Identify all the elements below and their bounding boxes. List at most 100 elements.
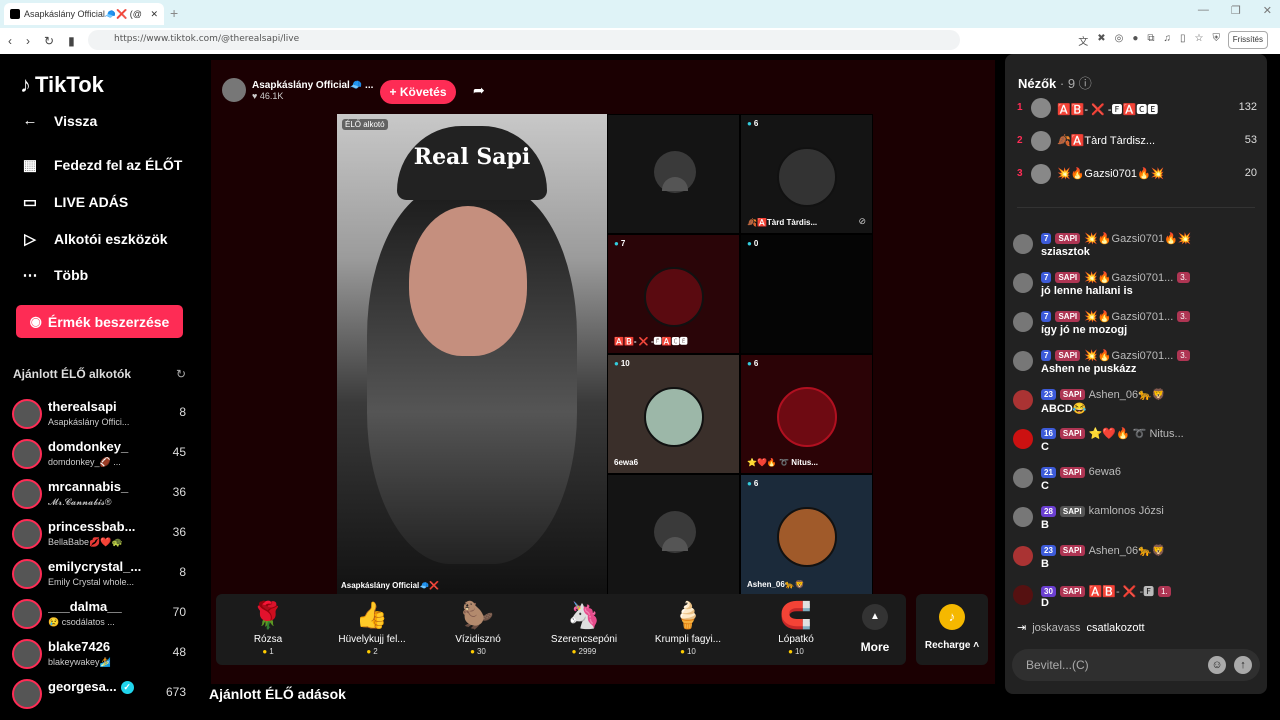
address-bar[interactable]: https://www.tiktok.com/@therealsapi/live xyxy=(88,30,960,50)
sidebar-item-live[interactable]: ▭ LIVE ADÁS xyxy=(20,193,128,211)
avatar xyxy=(12,519,42,549)
avatar xyxy=(1013,429,1033,449)
host-video-tile[interactable]: Real Sapi ÉLŐ alkotó Asapkáslány Officia… xyxy=(337,114,607,596)
chat-message[interactable]: 7 SAPI 💥🔥Gazsi0701... 3. Ashen ne puskázz xyxy=(1013,349,1253,385)
browser-tab[interactable]: Asapkáslány Official🧢❌ (@ ✕ xyxy=(4,3,164,25)
close-window-icon[interactable]: ✕ xyxy=(1263,4,1272,17)
follow-button[interactable]: + Követés xyxy=(380,80,456,104)
back-arrow-icon[interactable]: ‹ xyxy=(8,34,12,48)
guest-tile[interactable] xyxy=(607,474,740,596)
chat-message[interactable]: 21 SAPI 6ewa6 C xyxy=(1013,466,1253,502)
chat-input[interactable] xyxy=(1012,649,1202,681)
chat-message[interactable]: 30 SAPI 🅰️🅱️- ❌ -🅵 1. D xyxy=(1013,583,1253,619)
tab-close-icon[interactable]: ✕ xyxy=(150,9,158,20)
restore-icon[interactable]: ❐ xyxy=(1231,4,1241,17)
creator-subtitle: blakeywakey🏄 xyxy=(48,657,111,667)
gift-item[interactable]: 🌹 Rózsa 1 xyxy=(218,600,318,656)
share-icon[interactable]: ➦ xyxy=(473,82,485,99)
guest-tile[interactable]: 7 🅰️🅱️- ❌ -🅵🅰️🅲🅴 xyxy=(607,234,740,354)
chat-text: ABCD😂 xyxy=(1041,403,1087,415)
more-gifts-button[interactable]: ▲ More xyxy=(850,604,900,654)
back-link[interactable]: ← Vissza xyxy=(20,112,98,129)
guest-tile[interactable]: 6 🍂🅰️Tàrd Tàrdis... ⊘ xyxy=(740,114,873,234)
refresh-icon[interactable]: ↻ xyxy=(176,367,186,381)
sidebar-item-label: Alkotói eszközök xyxy=(54,231,168,247)
gift-item[interactable]: 🦫 Vízidisznó 30 xyxy=(428,600,528,656)
level-badge: 7 xyxy=(1041,350,1052,361)
viewer-count: 36 xyxy=(172,525,186,539)
help-icon[interactable]: ⓘ xyxy=(1079,76,1092,91)
extension-icon[interactable]: ✖ xyxy=(1097,33,1105,48)
host-name[interactable]: Asapkáslány Official🧢 ... xyxy=(252,80,373,91)
logo-text: TikTok xyxy=(35,72,104,97)
guest-tile[interactable]: 6 ⭐❤️🔥 ➰ Nitus... xyxy=(740,354,873,474)
chat-username[interactable]: Ashen_06🐆🦁 xyxy=(1089,388,1166,401)
chat-panel: Nézők · 9 ⓘ 1 🅰️🅱️- ❌ -🅵🅰️🅲🅴 132 2 🍂🅰️Tà… xyxy=(1005,54,1267,694)
music-icon[interactable]: ♫ xyxy=(1164,33,1172,48)
creator-item[interactable]: ___dalma__ 😢 csodálatos ... 70 xyxy=(12,597,192,633)
reload-icon[interactable]: ↻ xyxy=(44,34,54,48)
live-main: Asapkáslány Official🧢 ... ♥ 46.1K + Köve… xyxy=(208,54,1005,720)
forward-arrow-icon[interactable]: › xyxy=(26,34,30,48)
creator-item[interactable]: princessbab... BellaBabe💋❤️🐢 36 xyxy=(12,517,192,553)
shield-icon[interactable]: ⛨ xyxy=(1213,33,1221,48)
creator-item[interactable]: blake7426 blakeywakey🏄 48 xyxy=(12,637,192,673)
chat-username[interactable]: Ashen_06🐆🦁 xyxy=(1089,544,1166,557)
creator-item[interactable]: mrcannabis_ 𝓜𝓻.𝓒𝓪𝓷𝓷𝓪𝓫𝓲𝓼® 36 xyxy=(12,477,192,513)
gift-item[interactable]: 🦄 Szerencsepóni 2999 xyxy=(534,600,634,656)
chat-message[interactable]: 23 SAPI Ashen_06🐆🦁 ABCD😂 xyxy=(1013,388,1253,424)
send-icon[interactable]: ↑ xyxy=(1234,656,1252,674)
creator-item[interactable]: domdonkey_ domdonkey_🏈 ... 45 xyxy=(12,437,192,473)
chat-username[interactable]: 6ewa6 xyxy=(1089,466,1121,478)
chat-username[interactable]: ⭐❤️🔥 ➰ Nitus... xyxy=(1089,427,1184,440)
sidebar-item-more[interactable]: ⋯ Több xyxy=(20,266,89,284)
chat-message[interactable]: 23 SAPI Ashen_06🐆🦁 B xyxy=(1013,544,1253,580)
chat-username[interactable]: 🅰️🅱️- ❌ -🅵 xyxy=(1089,583,1155,599)
join-username[interactable]: joskavass xyxy=(1032,622,1080,634)
sidebar-item-explore-live[interactable]: ▦ Fedezd fel az ÉLŐT xyxy=(20,156,182,174)
chat-message[interactable]: 7 SAPI 💥🔥Gazsi0701🔥💥 sziasztok xyxy=(1013,232,1253,268)
extension-icon[interactable]: ◎ xyxy=(1115,33,1124,48)
recharge-button[interactable]: ♪ Recharge ˄ xyxy=(916,594,988,665)
extension-icon[interactable]: ● xyxy=(1132,33,1138,48)
creator-item[interactable]: georgesa... ✓ 673 xyxy=(12,677,192,713)
top-viewer-row[interactable]: 2 🍂🅰️Tàrd Tàrdisz... 53 xyxy=(1017,131,1257,153)
host-avatar[interactable] xyxy=(222,78,246,102)
gift-item[interactable]: 👍 Hüvelykujj fel... 2 xyxy=(322,600,422,656)
chat-username[interactable]: 💥🔥Gazsi0701... xyxy=(1084,349,1173,362)
guest-tile[interactable] xyxy=(607,114,740,234)
guest-tile[interactable]: 10 6ewa6 xyxy=(607,354,740,474)
favorites-icon[interactable]: ☆ xyxy=(1195,33,1204,48)
chat-username[interactable]: 💥🔥Gazsi0701🔥💥 xyxy=(1084,232,1191,245)
tiktok-logo[interactable]: ♪ TikTok xyxy=(20,72,104,98)
chat-message[interactable]: 16 SAPI ⭐❤️🔥 ➰ Nitus... C xyxy=(1013,427,1253,463)
emoji-icon[interactable]: ☺ xyxy=(1208,656,1226,674)
chat-username[interactable]: kamlonos Józsi xyxy=(1089,505,1164,517)
chat-message[interactable]: 7 SAPI 💥🔥Gazsi0701... 3. így jó ne mozogj xyxy=(1013,310,1253,346)
sidebar-item-creator-tools[interactable]: ▷ Alkotói eszközök xyxy=(20,230,168,248)
chat-username[interactable]: 💥🔥Gazsi0701... xyxy=(1084,310,1173,323)
refresh-update-button[interactable]: Frissítés xyxy=(1227,31,1268,49)
chat-username[interactable]: 💥🔥Gazsi0701... xyxy=(1084,271,1173,284)
new-tab-button[interactable]: + xyxy=(170,5,178,21)
chat-message[interactable]: 28 SAPI kamlonos Józsi B xyxy=(1013,505,1253,541)
creator-item[interactable]: emilycrystal_... Emily Crystal whole... … xyxy=(12,557,192,593)
get-coins-button[interactable]: ◉ Érmék beszerzése xyxy=(16,305,183,338)
translate-icon[interactable]: 文 xyxy=(1078,33,1088,48)
gift-item[interactable]: 🧲 Lópatkó 10 xyxy=(746,600,846,656)
host-info[interactable]: Asapkáslány Official🧢 ... ♥ 46.1K xyxy=(222,78,373,102)
fan-club-badge: SAPI xyxy=(1055,272,1081,283)
guest-tile[interactable]: 6 Ashen_06🐆🦁 xyxy=(740,474,873,596)
gift-item[interactable]: 🍦 Krumpli fagyi... 10 xyxy=(638,600,738,656)
live-stage: Asapkáslány Official🧢 ... ♥ 46.1K + Köve… xyxy=(211,60,995,684)
sidebar-icon[interactable]: ▯ xyxy=(1180,33,1186,48)
puzzle-icon[interactable]: ⧉ xyxy=(1147,33,1154,48)
bookmark-icon[interactable]: ▮ xyxy=(68,34,75,48)
top-viewer-row[interactable]: 1 🅰️🅱️- ❌ -🅵🅰️🅲🅴 132 xyxy=(1017,98,1257,120)
creator-item[interactable]: therealsapi Asapkáslány Offici... 8 xyxy=(12,397,192,433)
guest-tile[interactable]: 0 xyxy=(740,234,873,354)
minimize-icon[interactable]: — xyxy=(1198,4,1209,17)
thumbs-up-icon: 👍 xyxy=(355,600,389,630)
chat-message[interactable]: 7 SAPI 💥🔥Gazsi0701... 3. jó lenne hallani i… xyxy=(1013,271,1253,307)
top-viewer-row[interactable]: 3 💥🔥Gazsi0701🔥💥 20 xyxy=(1017,164,1257,186)
